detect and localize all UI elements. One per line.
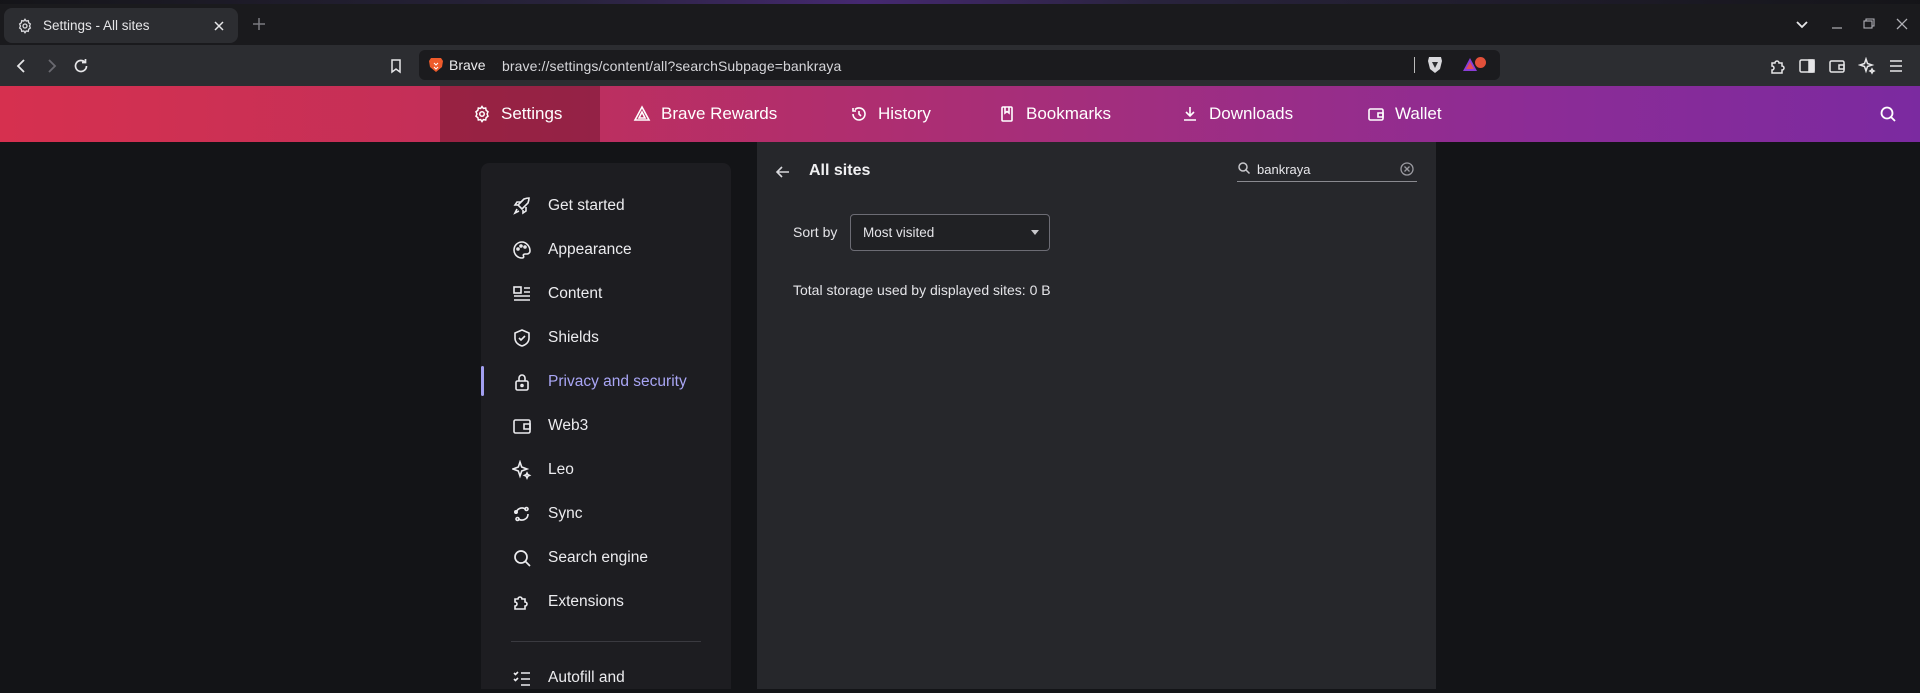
nav-downloads[interactable]: Downloads — [1181, 86, 1293, 142]
rewards-notification-badge — [1475, 57, 1486, 68]
sidebar-item-label: Shields — [548, 329, 599, 346]
nav-wallet-label: Wallet — [1395, 104, 1442, 123]
wallet-icon — [511, 415, 533, 437]
hamburger-menu-icon[interactable] — [1885, 55, 1907, 77]
clear-search-icon[interactable] — [1399, 161, 1415, 177]
brave-lion-icon — [429, 57, 443, 73]
tab-settings-all-sites[interactable]: Settings - All sites — [4, 8, 238, 43]
history-icon — [850, 105, 868, 123]
lock-icon — [511, 371, 533, 393]
sidebar-item-privacy-and-security[interactable]: Privacy and security — [511, 367, 687, 397]
page-title: All sites — [809, 162, 871, 179]
sidebar-item-web3[interactable]: Web3 — [511, 411, 588, 441]
nav-brave-rewards-label: Brave Rewards — [661, 104, 778, 123]
sidebar-item-leo[interactable]: Leo — [511, 455, 574, 485]
sidebar-item-content[interactable]: Content — [511, 279, 602, 309]
leo-sparkle-icon[interactable] — [1856, 55, 1878, 77]
storage-summary: Total storage used by displayed sites: 0… — [793, 282, 1051, 298]
back-arrow-icon[interactable] — [11, 55, 33, 77]
sidebar-item-label: Sync — [548, 505, 583, 522]
close-window-icon[interactable] — [1894, 16, 1910, 32]
tab-title: Settings - All sites — [43, 18, 150, 33]
nav-settings[interactable]: Settings — [440, 86, 600, 142]
sidebar-item-label: Extensions — [548, 593, 624, 610]
brave-chip-label: Brave — [449, 57, 486, 73]
tab-strip: Settings - All sites — [0, 0, 1920, 45]
sort-select-value: Most visited — [863, 225, 935, 240]
tab-search-chevron-down-icon[interactable] — [1794, 16, 1810, 32]
tab-strip-glow — [0, 0, 1920, 4]
reload-icon[interactable] — [70, 55, 92, 77]
shield-icon — [511, 327, 533, 349]
rocket-icon — [511, 195, 533, 217]
sort-by-label: Sort by — [793, 224, 838, 240]
gear-icon — [473, 105, 491, 123]
nav-history[interactable]: History — [850, 86, 931, 142]
palette-icon — [511, 239, 533, 261]
sort-select[interactable]: Most visited — [850, 214, 1050, 251]
back-arrow-icon[interactable] — [773, 162, 793, 182]
all-sites-panel: All sites Sort by Most visited Total sto… — [757, 142, 1436, 689]
puzzle-icon — [511, 591, 533, 613]
brave-shields-icon[interactable] — [1424, 54, 1446, 76]
site-search-field[interactable] — [1237, 157, 1417, 182]
restore-icon[interactable] — [1861, 16, 1877, 32]
nav-history-label: History — [878, 104, 931, 123]
sidebar-item-search-engine[interactable]: Search engine — [511, 543, 648, 573]
address-bar[interactable]: Brave brave://settings/content/all?searc… — [419, 50, 1500, 80]
nav-wallet[interactable]: Wallet — [1367, 86, 1442, 142]
settings-search-button[interactable] — [1879, 86, 1897, 142]
sidebar-item-label: Content — [548, 285, 603, 302]
search-icon — [511, 547, 533, 569]
nav-bookmarks-label: Bookmarks — [1026, 104, 1112, 123]
search-icon — [1237, 161, 1253, 177]
sidebar-item-sync[interactable]: Sync — [511, 499, 582, 529]
nav-downloads-label: Downloads — [1209, 104, 1294, 123]
sidebar-item-label: Privacy and security — [548, 373, 687, 390]
sidebar-toggle-icon[interactable] — [1796, 55, 1818, 77]
omnibox-divider — [1414, 57, 1415, 73]
sidebar-item-label: Search engine — [548, 549, 648, 566]
browser-toolbar: Brave brave://settings/content/all?searc… — [0, 45, 1920, 86]
rewards-triangle-icon — [633, 105, 651, 123]
nav-settings-label: Settings — [501, 104, 563, 123]
autofill-icon — [511, 667, 533, 689]
nav-bookmarks[interactable]: Bookmarks — [998, 86, 1111, 142]
search-icon — [1879, 105, 1897, 123]
sidebar-item-extensions[interactable]: Extensions — [511, 587, 624, 617]
dropdown-caret-icon — [1031, 230, 1039, 235]
settings-sidebar: Get started Appearance Content Shields P… — [481, 163, 731, 689]
new-tab-plus-icon[interactable] — [250, 15, 268, 33]
bookmark-icon — [998, 105, 1016, 123]
sidebar-item-label: Leo — [548, 461, 574, 478]
url-text[interactable]: brave://settings/content/all?searchSubpa… — [502, 58, 841, 74]
sidebar-item-shields[interactable]: Shields — [511, 323, 599, 353]
sync-icon — [511, 503, 533, 525]
gear-icon — [17, 17, 33, 34]
close-icon[interactable] — [210, 17, 228, 35]
sidebar-item-label: Autofill and — [548, 669, 625, 686]
sidebar-item-label: Web3 — [548, 417, 589, 434]
bookmark-page-icon[interactable] — [385, 55, 407, 77]
wallet-icon — [1367, 105, 1385, 123]
content-icon — [511, 283, 533, 305]
extensions-puzzle-icon[interactable] — [1767, 55, 1789, 77]
sparkle-icon — [511, 459, 533, 481]
settings-header: Settings Brave Rewards History Bookmarks… — [0, 86, 1920, 142]
sidebar-item-appearance[interactable]: Appearance — [511, 235, 632, 265]
sidebar-item-label: Appearance — [548, 241, 632, 258]
active-indicator — [481, 366, 484, 396]
sidebar-item-get-started[interactable]: Get started — [511, 191, 625, 221]
site-search-input[interactable] — [1257, 159, 1392, 179]
sidebar-divider — [511, 641, 701, 642]
forward-arrow-icon[interactable] — [40, 55, 62, 77]
minimize-icon[interactable] — [1829, 16, 1845, 32]
sidebar-item-label: Get started — [548, 197, 625, 214]
download-icon — [1181, 105, 1199, 123]
nav-brave-rewards[interactable]: Brave Rewards — [633, 86, 777, 142]
brave-site-chip[interactable]: Brave — [429, 57, 486, 73]
wallet-icon[interactable] — [1826, 55, 1848, 77]
